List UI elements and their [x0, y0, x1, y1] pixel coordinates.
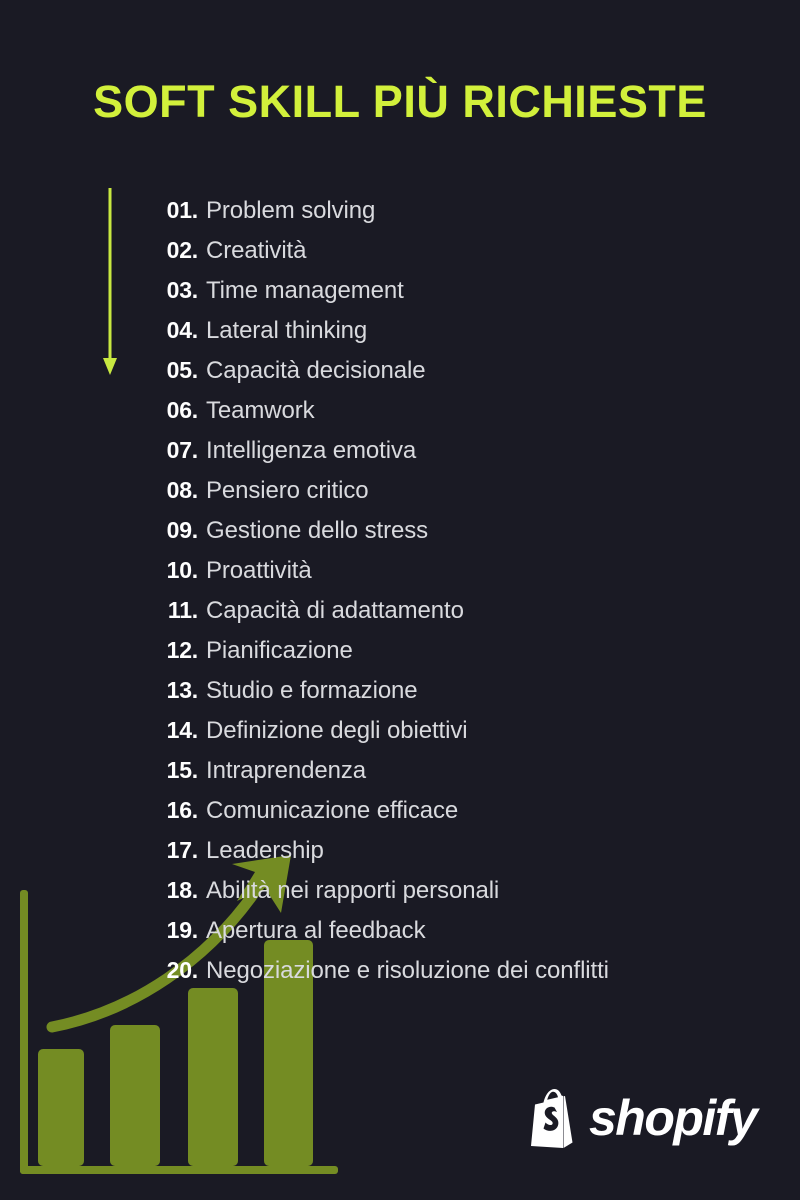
soft-skills-list: 01. Problem solving 02. Creatività 03. T…	[0, 190, 800, 990]
chart-x-axis	[20, 1166, 338, 1174]
list-item: 16. Comunicazione efficace	[0, 790, 800, 830]
list-item-label: Comunicazione efficace	[206, 797, 459, 824]
list-item-label: Gestione dello stress	[206, 517, 429, 544]
list-item-number: 15.	[166, 757, 199, 783]
list-item: 14. Definizione degli obiettivi	[0, 710, 800, 750]
list-item-label: Capacità decisionale	[206, 357, 426, 384]
list-item: 08. Pensiero critico	[0, 470, 800, 510]
list-item: 10. Proattività	[0, 550, 800, 590]
list-item: 11. Capacità di adattamento	[0, 590, 800, 630]
list-item: 01. Problem solving	[0, 190, 800, 230]
chart-bar	[188, 988, 238, 1166]
list-item: 18. Abilità nei rapporti personali	[0, 870, 800, 910]
list-item: 04. Lateral thinking	[0, 310, 800, 350]
list-item: 19. Apertura al feedback	[0, 910, 800, 950]
list-item-number: 19.	[166, 917, 199, 943]
list-item-number: 18.	[166, 877, 199, 903]
chart-bar	[38, 1049, 84, 1166]
list-item: 17. Leadership	[0, 830, 800, 870]
infographic-poster: SOFT SKILL PIÙ RICHIESTE 01. Problem sol…	[0, 0, 800, 1200]
list-item-label: Lateral thinking	[206, 317, 368, 344]
list-item-label: Negoziazione e risoluzione dei conflitti	[206, 957, 609, 984]
list-item-label: Definizione degli obiettivi	[206, 717, 468, 744]
shopify-bag-icon	[531, 1088, 573, 1148]
list-item-label: Leadership	[206, 837, 324, 864]
list-item-number: 04.	[166, 317, 199, 343]
list-item-number: 09.	[166, 517, 199, 543]
list-item-label: Pianificazione	[206, 637, 353, 664]
list-item-number: 01.	[166, 197, 199, 223]
shopify-wordmark: shopify	[589, 1090, 758, 1146]
list-item: 15. Intraprendenza	[0, 750, 800, 790]
chart-bar	[110, 1025, 160, 1166]
list-item-number: 12.	[166, 637, 199, 663]
list-item: 09. Gestione dello stress	[0, 510, 800, 550]
list-item-number: 05.	[166, 357, 199, 383]
page-title: SOFT SKILL PIÙ RICHIESTE	[93, 76, 707, 127]
list-item-label: Proattività	[206, 557, 312, 584]
list-item-label: Intelligenza emotiva	[206, 437, 417, 464]
shopify-logo: shopify	[525, 1088, 758, 1148]
list-item-label: Studio e formazione	[206, 677, 418, 704]
list-item-label: Problem solving	[206, 197, 376, 224]
list-item-label: Capacità di adattamento	[206, 597, 464, 624]
list-item-number: 13.	[166, 677, 199, 703]
list-item: 05. Capacità decisionale	[0, 350, 800, 390]
list-item-number: 07.	[166, 437, 199, 463]
list-item-label: Creatività	[206, 237, 307, 264]
list-item-label: Teamwork	[206, 397, 315, 424]
list-item: 03. Time management	[0, 270, 800, 310]
list-item-label: Apertura al feedback	[206, 917, 426, 944]
list-item-label: Time management	[206, 277, 404, 304]
list-item-number: 11.	[167, 597, 198, 623]
list-item-number: 16.	[166, 797, 199, 823]
list-item: 12. Pianificazione	[0, 630, 800, 670]
list-item: 02. Creatività	[0, 230, 800, 270]
list-item-number: 02.	[166, 237, 199, 263]
list-item-number: 10.	[166, 557, 199, 583]
list-item-number: 20.	[166, 957, 199, 983]
list-item-number: 03.	[166, 277, 199, 303]
list-item-number: 06.	[166, 397, 199, 423]
list-item: 13. Studio e formazione	[0, 670, 800, 710]
list-item: 07. Intelligenza emotiva	[0, 430, 800, 470]
list-item-label: Abilità nei rapporti personali	[206, 877, 500, 904]
list-item-label: Intraprendenza	[206, 757, 367, 784]
list-item-number: 08.	[166, 477, 199, 503]
list-item: 06. Teamwork	[0, 390, 800, 430]
list-item-number: 17.	[166, 837, 199, 863]
list-item-number: 14.	[166, 717, 199, 743]
list-item: 20. Negoziazione e risoluzione dei confl…	[0, 950, 800, 990]
list-item-label: Pensiero critico	[206, 477, 369, 504]
